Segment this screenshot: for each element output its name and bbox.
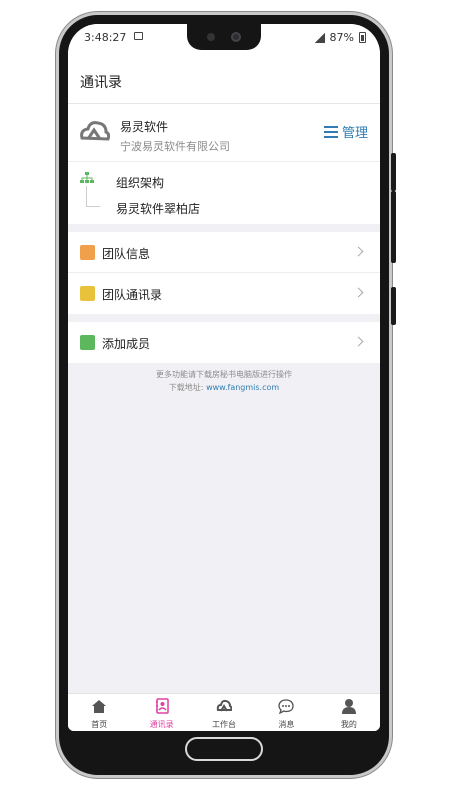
status-time: 3:48:27: [84, 31, 127, 44]
contacts-icon: [155, 698, 169, 714]
tab-profile[interactable]: 我的: [318, 694, 380, 731]
company-name: 易灵软件: [120, 120, 169, 134]
power-button: [391, 287, 396, 325]
workbench-icon: [216, 699, 233, 712]
tab-home[interactable]: 首页: [68, 694, 130, 731]
chevron-right-icon: [353, 336, 364, 347]
tab-label: 通讯录: [149, 720, 174, 729]
volume-up-button: [391, 153, 396, 191]
team-info-label: 团队信息: [102, 247, 151, 261]
tab-label: 消息: [278, 720, 295, 729]
screen: 3:48:27 87% 通讯录 易灵软件 宁波易灵软件有限公司 管理 组织架构 …: [68, 24, 380, 731]
tree-line: [86, 206, 100, 207]
volume-down-button: [391, 191, 396, 263]
sensor-icon: [207, 33, 215, 41]
phone-frame: 3:48:27 87% 通讯录 易灵软件 宁波易灵软件有限公司 管理 组织架构 …: [56, 12, 396, 778]
add-member-item[interactable]: 添加成员: [68, 322, 380, 363]
tab-label: 我的: [340, 720, 357, 729]
team-info-icon: [80, 245, 95, 260]
hint-line1: 更多功能请下载房秘书电脑版进行操作: [156, 370, 292, 379]
store-name[interactable]: 易灵软件翠柏店: [116, 200, 200, 217]
profile-icon: [341, 699, 356, 714]
page-header: 通讯录: [68, 50, 380, 104]
battery-percent: 87%: [329, 31, 354, 44]
company-logo-icon: [80, 121, 110, 141]
tab-label: 工作台: [212, 720, 237, 729]
team-contacts-label: 团队通讯录: [102, 288, 163, 302]
tab-messages[interactable]: 消息: [255, 694, 317, 731]
camera-notch: [187, 24, 261, 50]
tab-workbench[interactable]: 工作台: [193, 694, 255, 731]
camera-icon: [231, 32, 241, 42]
team-contacts-item[interactable]: 团队通讯录: [68, 273, 380, 314]
tab-bar: 首页 通讯录 工作台 消息 我的: [68, 693, 380, 731]
org-structure[interactable]: 组织架构 易灵软件翠柏店: [68, 162, 380, 224]
org-title[interactable]: 组织架构: [116, 174, 164, 191]
company-card[interactable]: 易灵软件 宁波易灵软件有限公司 管理: [68, 104, 380, 162]
org-tree-icon: [80, 172, 94, 183]
menu-group-member: 添加成员: [68, 322, 380, 363]
download-hint: 更多功能请下载房秘书电脑版进行操作 下载地址: www.fangmis.com: [68, 368, 380, 394]
menu-group-team: 团队信息 团队通讯录: [68, 232, 380, 314]
hint-prefix: 下载地址:: [168, 383, 207, 392]
tree-line: [86, 186, 87, 206]
signal-icon: [314, 32, 325, 43]
download-link[interactable]: www.fangmis.com: [206, 383, 279, 392]
add-member-icon: [80, 335, 95, 350]
manage-label: 管理: [341, 126, 368, 141]
message-icon: [278, 699, 295, 715]
manage-button[interactable]: 管理: [323, 122, 368, 141]
team-contacts-icon: [80, 286, 95, 301]
home-icon: [92, 700, 107, 713]
chevron-right-icon: [353, 246, 364, 257]
settings-sliders-icon: [323, 126, 338, 138]
battery-icon: [359, 32, 366, 43]
page-title: 通讯录: [80, 75, 122, 91]
company-full-name: 宁波易灵软件有限公司: [120, 140, 230, 153]
tab-label: 首页: [91, 720, 108, 729]
home-button[interactable]: [185, 737, 263, 761]
image-notification-icon: [134, 32, 143, 40]
add-member-label: 添加成员: [102, 337, 151, 351]
team-info-item[interactable]: 团队信息: [68, 232, 380, 273]
tab-contacts[interactable]: 通讯录: [130, 694, 192, 731]
chevron-right-icon: [353, 287, 364, 298]
